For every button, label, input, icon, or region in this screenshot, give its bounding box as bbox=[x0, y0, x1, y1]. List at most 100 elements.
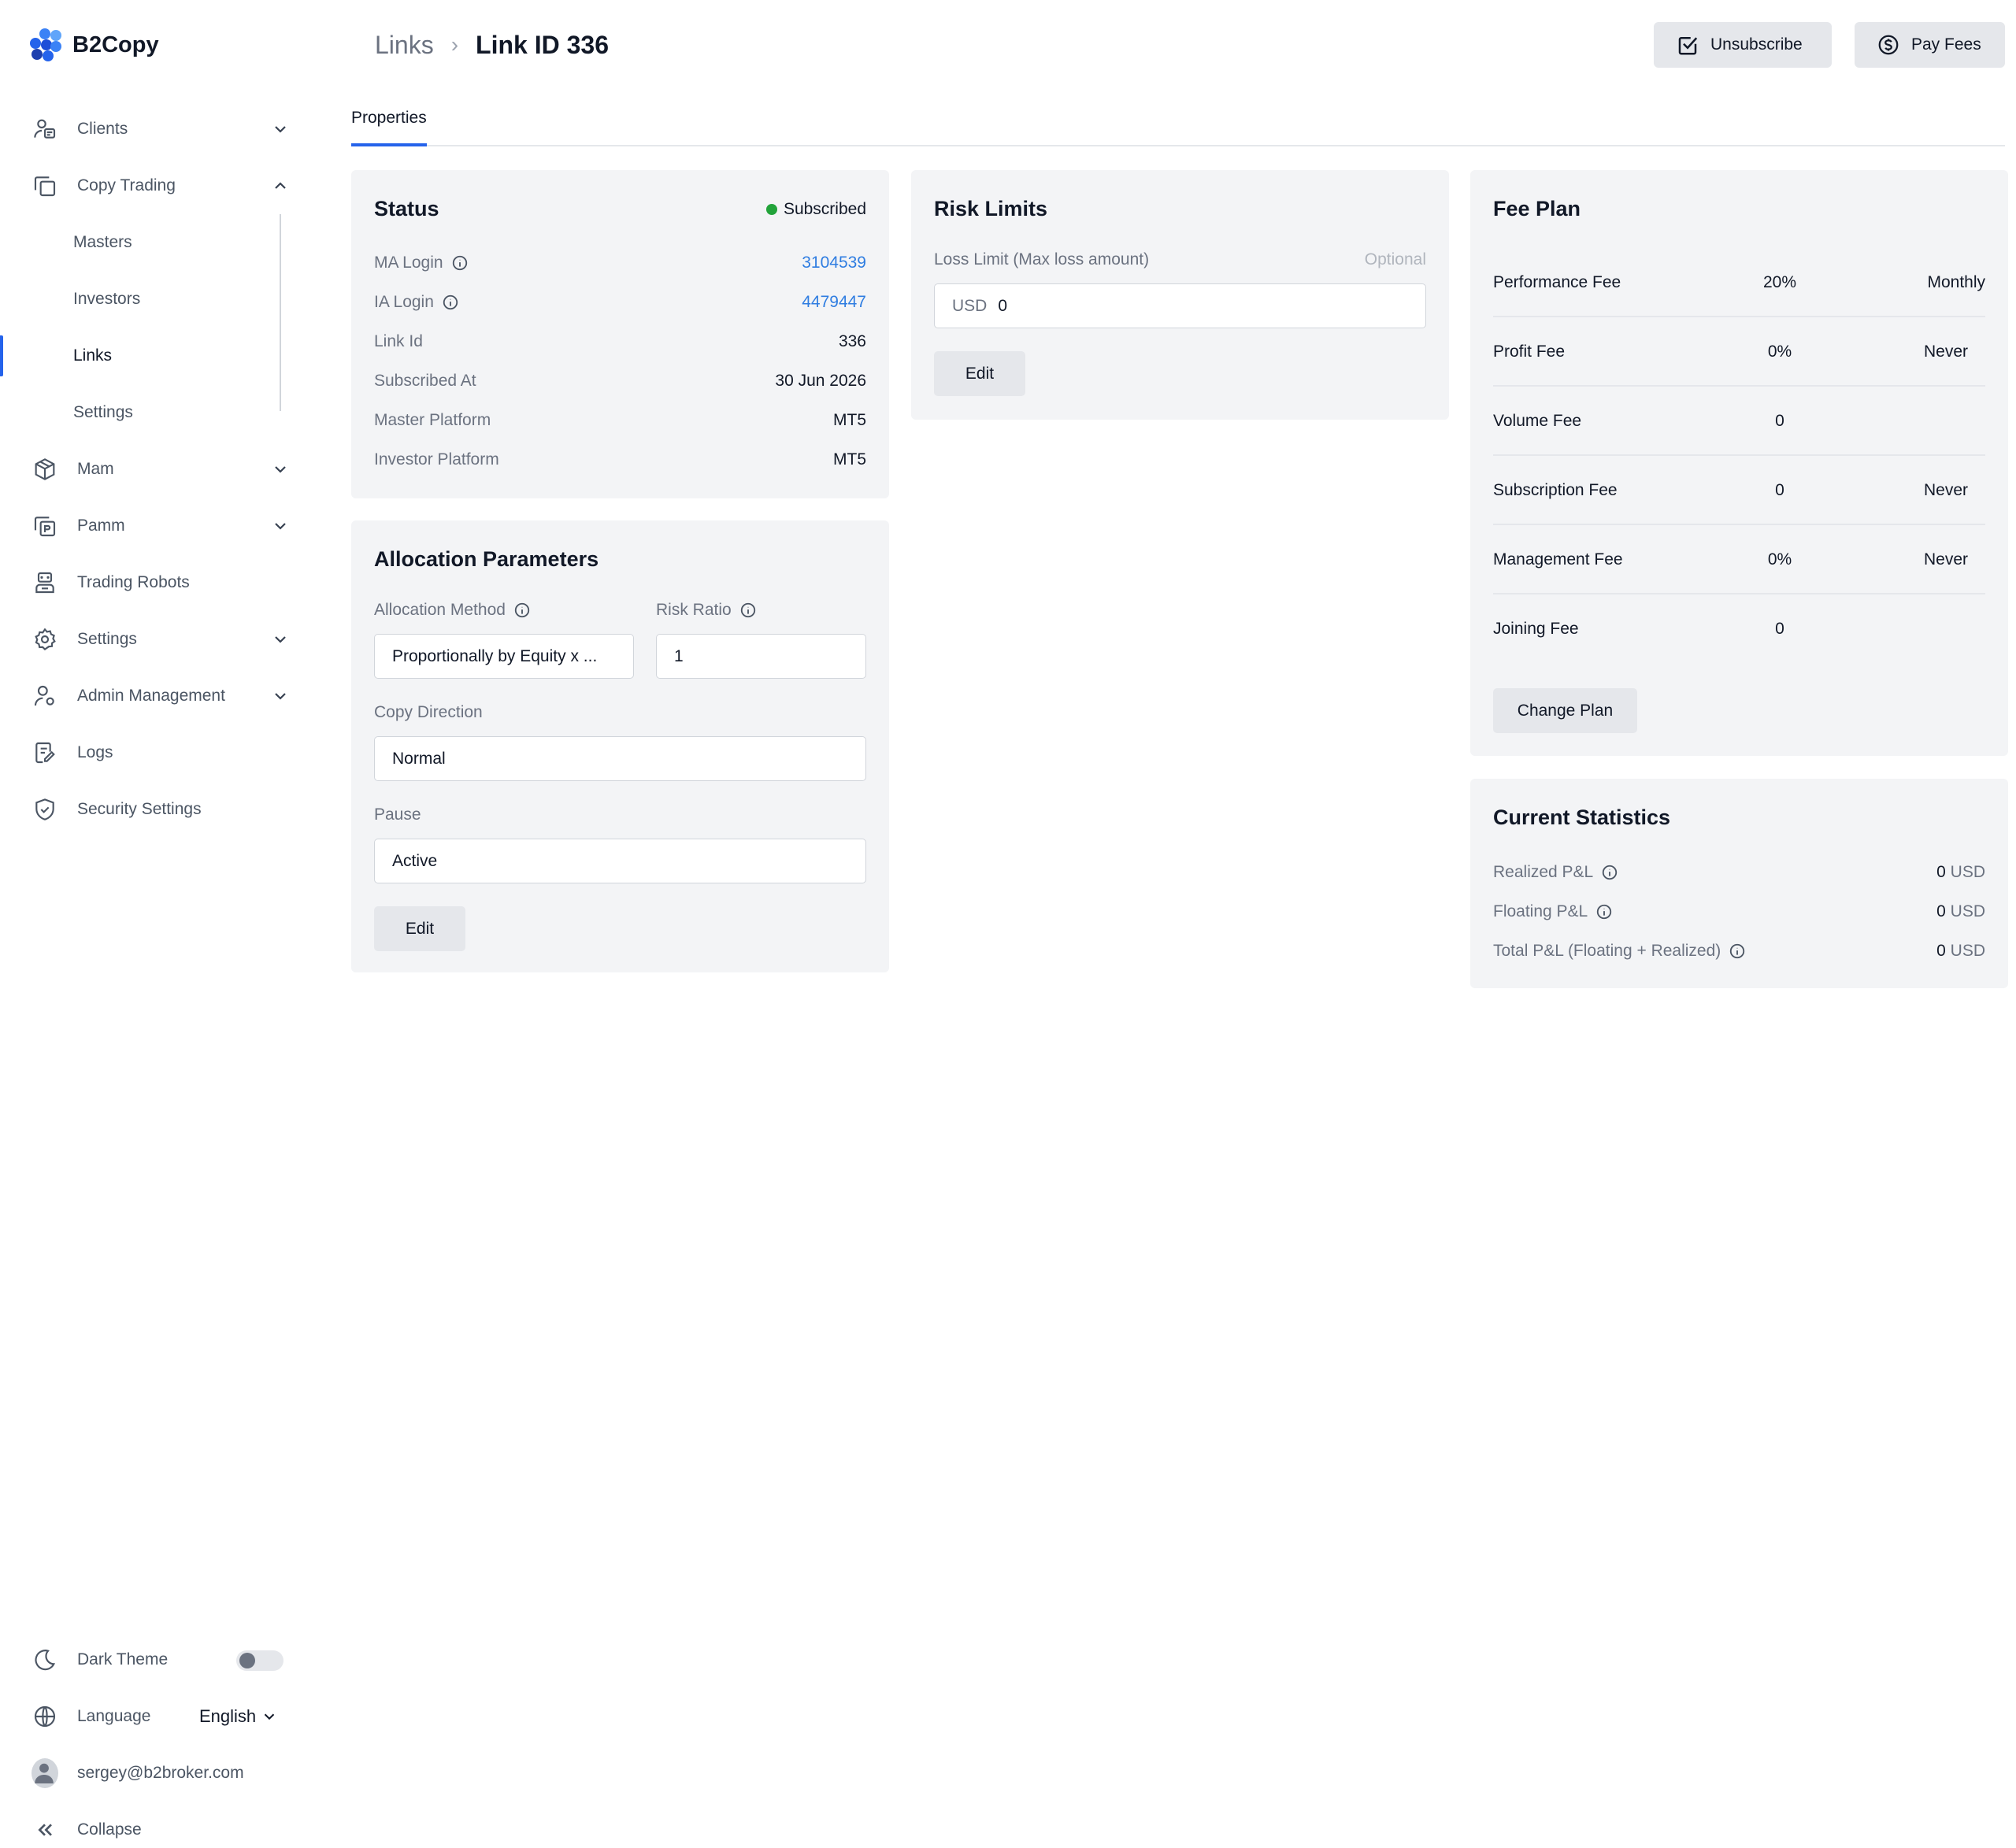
sidebar-item-label: Admin Management bbox=[77, 687, 225, 705]
fee-value: 0% bbox=[1767, 550, 1792, 568]
sidebar-item-settings[interactable]: Settings bbox=[0, 611, 315, 668]
fee-row-joining: Joining Fee 0 bbox=[1493, 594, 1985, 664]
fee-name: Management Fee bbox=[1493, 550, 1623, 568]
ia-login-link[interactable]: 4479447 bbox=[802, 293, 866, 312]
status-card: Status Subscribed MA Login 3104539 IA Lo… bbox=[351, 170, 889, 498]
robot-icon bbox=[32, 569, 58, 596]
status-card-title: Status bbox=[374, 197, 439, 220]
info-icon[interactable] bbox=[442, 294, 459, 311]
shield-icon bbox=[32, 796, 58, 823]
users-icon bbox=[32, 116, 58, 143]
collapse-button[interactable]: Collapse bbox=[0, 1802, 315, 1848]
allocation-method-field[interactable]: Proportionally by Equity x ... bbox=[374, 634, 634, 679]
info-icon[interactable] bbox=[451, 254, 469, 272]
info-icon[interactable] bbox=[1595, 903, 1613, 920]
unsubscribe-button[interactable]: Unsubscribe bbox=[1654, 22, 1832, 68]
realized-pl-unit: USD bbox=[1950, 863, 1985, 881]
fee-value: 0 bbox=[1775, 620, 1784, 638]
sidebar-item-label: Settings bbox=[73, 403, 133, 421]
sidebar-item-label: Trading Robots bbox=[77, 573, 190, 591]
language-value: English bbox=[199, 1706, 257, 1726]
fee-period: Never bbox=[1923, 481, 1968, 499]
floating-pl-row: Floating P&L 0 USD bbox=[1493, 898, 1985, 925]
total-pl-value: 0 bbox=[1936, 942, 1946, 960]
user-row[interactable]: sergey@b2broker.com bbox=[0, 1745, 315, 1802]
realized-pl-row: Realized P&L 0 USD bbox=[1493, 859, 1985, 886]
info-icon[interactable] bbox=[1729, 943, 1746, 960]
sidebar-item-security-settings[interactable]: Security Settings bbox=[0, 781, 315, 838]
ma-login-link[interactable]: 3104539 bbox=[802, 254, 866, 272]
copy-icon bbox=[32, 172, 58, 199]
sidebar-item-label: Clients bbox=[77, 120, 128, 138]
investor-platform-row: Investor Platform MT5 bbox=[374, 446, 866, 473]
sidebar-item-label: Settings bbox=[77, 630, 137, 648]
language-row: Language English bbox=[0, 1688, 315, 1745]
sidebar-item-copy-trading[interactable]: Copy Trading bbox=[0, 157, 315, 214]
risk-ratio-field[interactable]: 1 bbox=[656, 634, 866, 679]
dollar-icon bbox=[1878, 35, 1899, 55]
avatar-wrap bbox=[32, 1758, 58, 1788]
avatar bbox=[32, 1758, 58, 1788]
fee-row-performance: Performance Fee 20% Monthly bbox=[1493, 248, 1985, 317]
subscribed-at-value: 30 Jun 2026 bbox=[775, 372, 866, 390]
language-select[interactable]: English bbox=[199, 1688, 278, 1745]
fee-row-profit: Profit Fee 0% Never bbox=[1493, 317, 1985, 387]
sidebar: B2Copy Clients Copy Trading Masters Inve… bbox=[0, 0, 315, 1848]
globe-icon bbox=[32, 1703, 58, 1730]
sidebar-item-copy-settings[interactable]: Settings bbox=[0, 384, 315, 441]
fee-plan-title: Fee Plan bbox=[1493, 197, 1581, 220]
gear-icon bbox=[32, 626, 58, 653]
info-icon[interactable] bbox=[513, 602, 531, 619]
copy-trading-submenu: Masters Investors Links Settings bbox=[0, 214, 315, 441]
info-icon[interactable] bbox=[739, 602, 757, 619]
sidebar-item-label: Logs bbox=[77, 743, 113, 761]
sidebar-item-masters[interactable]: Masters bbox=[0, 214, 315, 271]
logo[interactable]: B2Copy bbox=[28, 28, 159, 61]
dark-theme-toggle[interactable] bbox=[236, 1650, 284, 1671]
sidebar-item-trading-robots[interactable]: Trading Robots bbox=[0, 554, 315, 611]
status-text: Subscribed bbox=[783, 200, 866, 218]
tab-properties[interactable]: Properties bbox=[351, 109, 427, 146]
unsubscribe-label: Unsubscribe bbox=[1710, 35, 1803, 54]
risk-limits-card: Risk Limits Loss Limit (Max loss amount)… bbox=[911, 170, 1449, 420]
language-label: Language bbox=[77, 1707, 151, 1725]
chevron-down-icon[interactable] bbox=[271, 120, 290, 139]
sidebar-bottom: Dark Theme Language English sergey@b2bro… bbox=[0, 1631, 315, 1848]
fee-period: Monthly bbox=[1927, 273, 1985, 291]
pause-field[interactable]: Active bbox=[374, 839, 866, 883]
change-plan-button[interactable]: Change Plan bbox=[1493, 688, 1637, 733]
allocation-edit-button[interactable]: Edit bbox=[374, 906, 465, 951]
sidebar-item-label: Security Settings bbox=[77, 800, 202, 818]
sidebar-item-links[interactable]: Links bbox=[0, 328, 315, 384]
chevron-up-icon[interactable] bbox=[271, 176, 290, 195]
app-name: B2Copy bbox=[72, 31, 159, 57]
sidebar-item-investors[interactable]: Investors bbox=[0, 271, 315, 328]
allocation-card: Allocation Parameters Allocation Method … bbox=[351, 520, 889, 972]
fee-name: Volume Fee bbox=[1493, 412, 1582, 430]
pay-fees-button[interactable]: Pay Fees bbox=[1855, 22, 2005, 68]
loss-limit-label: Loss Limit (Max loss amount) bbox=[934, 250, 1150, 268]
status-badge: Subscribed bbox=[765, 200, 866, 219]
sidebar-item-mam[interactable]: Mam bbox=[0, 441, 315, 498]
chevron-down-icon[interactable] bbox=[271, 630, 290, 649]
sidebar-item-clients[interactable]: Clients bbox=[0, 101, 315, 157]
sidebar-item-logs[interactable]: Logs bbox=[0, 724, 315, 781]
double-chevron-left-icon bbox=[32, 1817, 58, 1843]
chevron-down-icon[interactable] bbox=[271, 460, 290, 479]
breadcrumb-parent-link[interactable]: Links bbox=[375, 31, 434, 60]
subscribed-at-label: Subscribed At bbox=[374, 372, 476, 390]
fee-period: Never bbox=[1923, 343, 1968, 361]
pay-fees-label: Pay Fees bbox=[1911, 35, 1981, 54]
copy-direction-field[interactable]: Normal bbox=[374, 736, 866, 781]
sidebar-item-label: Links bbox=[73, 346, 113, 365]
loss-limit-field[interactable]: USD 0 bbox=[934, 283, 1426, 328]
sidebar-item-pamm[interactable]: Pamm bbox=[0, 498, 315, 554]
info-icon[interactable] bbox=[1601, 864, 1618, 881]
chevron-down-icon[interactable] bbox=[271, 517, 290, 535]
logs-icon bbox=[32, 739, 58, 766]
toggle-knob bbox=[239, 1653, 255, 1668]
chevron-down-icon[interactable] bbox=[271, 687, 290, 705]
risk-edit-button[interactable]: Edit bbox=[934, 351, 1025, 396]
link-id-label: Link Id bbox=[374, 332, 423, 350]
sidebar-item-admin-management[interactable]: Admin Management bbox=[0, 668, 315, 724]
